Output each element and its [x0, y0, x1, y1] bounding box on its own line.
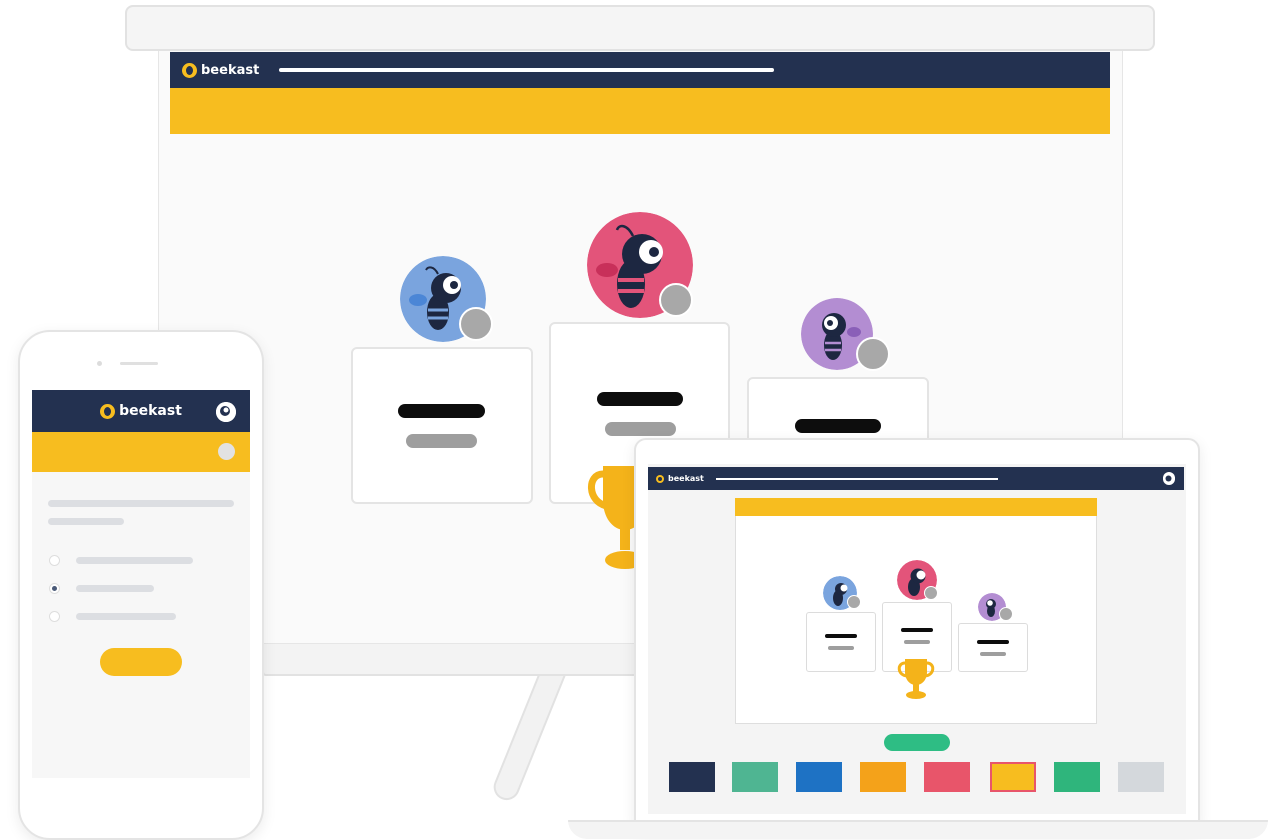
color-swatch[interactable] [732, 762, 778, 792]
screen-bottom-bar [262, 640, 692, 676]
podium-name-bar [977, 640, 1009, 644]
option-radio[interactable] [49, 611, 60, 622]
beekast-logo: beekast [100, 403, 182, 419]
presentation-banner [170, 88, 1110, 134]
color-swatch[interactable] [1118, 762, 1164, 792]
color-swatch[interactable] [669, 762, 715, 792]
bee-logo-icon [100, 403, 116, 419]
laptop-progress-bar [715, 477, 998, 480]
question-text-line [48, 518, 124, 525]
phone-camera [97, 361, 102, 366]
bee-logo-icon [656, 474, 664, 483]
submit-button[interactable] [100, 648, 182, 676]
color-swatch[interactable] [796, 762, 842, 792]
podium-name-bar [597, 392, 683, 406]
podium-name-bar [825, 634, 857, 638]
podium-card-second [806, 612, 876, 672]
user-avatar-icon[interactable] [216, 402, 236, 422]
podium-card-second [351, 347, 533, 504]
rank-badge [659, 283, 693, 317]
screen-stand-leg [489, 655, 571, 804]
laptop-action-button[interactable] [884, 734, 950, 751]
beekast-logo: beekast [182, 62, 260, 78]
rank-badge [847, 595, 861, 609]
podium-score-bar [605, 422, 676, 436]
option-label [76, 613, 176, 620]
podium-score-bar [904, 640, 930, 644]
brand-name: beekast [119, 403, 182, 419]
status-dot [218, 443, 235, 460]
podium-name-bar [795, 419, 881, 433]
podium-name-bar [901, 628, 933, 632]
beekast-logo: beekast [656, 474, 704, 483]
rank-badge [999, 607, 1013, 621]
podium-score-bar [980, 652, 1006, 656]
presentation-header: beekast [170, 52, 1110, 88]
podium-score-bar [406, 434, 477, 448]
color-swatch[interactable] [990, 762, 1036, 792]
podium-score-bar [828, 646, 854, 650]
podium-card-third [958, 623, 1028, 672]
laptop-base [568, 820, 1268, 839]
rank-badge [459, 307, 493, 341]
bee-logo-icon [182, 62, 197, 78]
slide-banner [735, 498, 1097, 516]
option-radio-selected[interactable] [49, 583, 60, 594]
user-avatar-icon[interactable] [1163, 472, 1175, 485]
question-text-line [48, 500, 234, 507]
laptop-header: beekast [648, 467, 1184, 490]
option-label [76, 557, 193, 564]
brand-name: beekast [201, 62, 260, 78]
option-label [76, 585, 154, 592]
brand-name: beekast [668, 474, 704, 483]
color-swatch[interactable] [924, 762, 970, 792]
color-swatch[interactable] [1054, 762, 1100, 792]
presentation-progress-bar [279, 68, 775, 72]
color-swatch[interactable] [860, 762, 906, 792]
phone-speaker [120, 362, 158, 365]
trophy-icon [897, 659, 935, 699]
rank-badge [856, 337, 890, 371]
screen-top-rod [125, 5, 1155, 51]
rank-badge [924, 586, 938, 600]
podium-name-bar [398, 404, 485, 418]
option-radio[interactable] [49, 555, 60, 566]
